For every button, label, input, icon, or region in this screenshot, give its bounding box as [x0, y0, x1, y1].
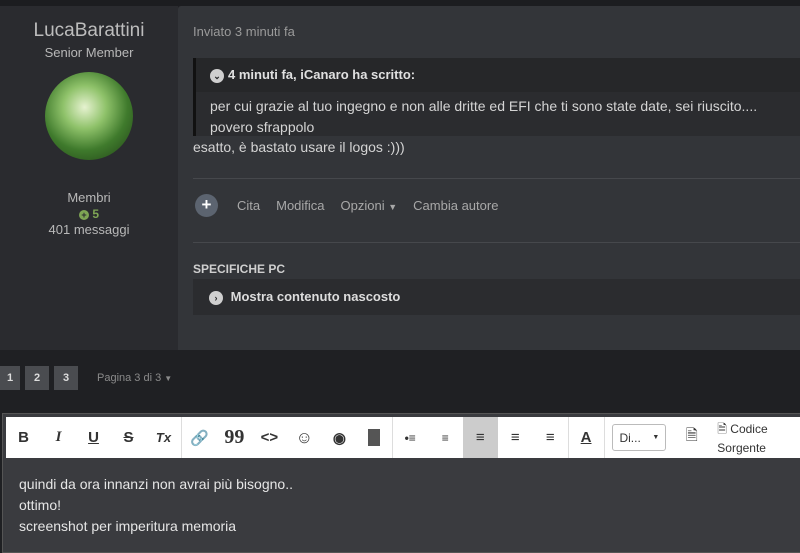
editor-line: screenshot per imperitura memoria	[19, 518, 237, 534]
quote-button[interactable]: Cita	[237, 198, 260, 213]
preview-icon[interactable]: 🗎	[674, 417, 709, 458]
avatar[interactable]	[45, 72, 133, 160]
italic-button[interactable]: I	[41, 417, 76, 458]
align-right-icon[interactable]: ≡	[533, 417, 568, 458]
align-center-icon[interactable]: ≡	[498, 417, 533, 458]
page-jump[interactable]: Pagina 3 di 3 ▼	[97, 372, 172, 384]
divider	[193, 178, 800, 179]
reply-editor: B I U S Tx 🔗 99 <> ☺ ◉ •≡ ≡ ≡ ≡ ≡ A Di..…	[2, 413, 800, 553]
text-color-icon[interactable]: A	[569, 417, 604, 458]
author-panel: LucaBarattini Senior Member Membri + 5 4…	[0, 6, 178, 350]
page-1[interactable]: 1	[0, 366, 20, 390]
quote-user[interactable]: iCanaro	[300, 67, 348, 82]
change-author-button[interactable]: Cambia autore	[413, 198, 498, 213]
reputation: + 5	[0, 207, 178, 221]
author-group: Membri	[67, 190, 111, 205]
link-icon[interactable]: 🔗	[182, 417, 217, 458]
page-3[interactable]: 3	[54, 366, 78, 390]
quote-time: 4 minuti fa,	[228, 67, 301, 82]
separator	[603, 417, 605, 458]
quote-block: ⌄ 4 minuti fa, iCanaro ha scritto: per cu…	[193, 58, 800, 136]
source-button[interactable]: 🗎 Codice Sorgente	[717, 420, 800, 455]
quote-header[interactable]: ⌄ 4 minuti fa, iCanaro ha scritto:	[196, 58, 800, 92]
font-select-value: Di...	[619, 430, 641, 445]
strikethrough-button[interactable]: S	[111, 417, 146, 458]
editor-content[interactable]: quindi da ora innanzi non avrai più biso…	[19, 474, 293, 537]
pagination: 1 2 3 Pagina 3 di 3 ▼	[0, 366, 172, 390]
signature-title: SPECIFICHE PC	[193, 262, 286, 276]
editor-line: quindi da ora innanzi non avrai più biso…	[19, 476, 293, 492]
plus-circle-icon: +	[78, 209, 89, 220]
bullet-list-icon[interactable]: •≡	[393, 417, 428, 458]
quote-line: per cui grazie al tuo ingegno e non alle…	[210, 97, 758, 114]
post-text: esatto, è bastato usare il logos :)))	[193, 139, 405, 155]
caret-down-icon: ▼	[652, 434, 660, 441]
reputation-value: 5	[92, 207, 100, 221]
post: Inviato 3 minuti fa ⌄ 4 minuti fa, iCanar…	[178, 6, 800, 350]
author-title: Senior Member	[44, 45, 134, 60]
caret-down-icon: ▼	[388, 202, 398, 212]
source-icon: 🗎	[717, 422, 727, 436]
editor-toolbar: B I U S Tx 🔗 99 <> ☺ ◉ •≡ ≡ ≡ ≡ ≡ A Di..…	[6, 417, 800, 458]
edit-button[interactable]: Modifica	[276, 198, 324, 213]
hidden-content-label: Mostra contenuto nascosto	[230, 289, 401, 304]
code-icon[interactable]: <>	[252, 417, 287, 458]
post-count: 401 messaggi	[48, 222, 130, 237]
font-select[interactable]: Di... ▼	[612, 424, 667, 451]
bold-button[interactable]: B	[6, 417, 41, 458]
options-label: Opzioni	[340, 198, 385, 213]
page-2[interactable]: 2	[25, 366, 49, 390]
spoiler-icon[interactable]	[357, 417, 392, 458]
align-left-icon[interactable]: ≡	[462, 417, 498, 458]
options-button[interactable]: Opzioni ▼	[341, 198, 398, 213]
eye-icon[interactable]: ◉	[322, 417, 357, 458]
emoji-icon[interactable]: ☺	[287, 417, 322, 458]
quote-line: povero sfrappolo	[210, 118, 315, 135]
author-name[interactable]: LucaBarattini	[0, 20, 178, 42]
divider	[193, 242, 800, 243]
quote-body: per cui grazie al tuo ingegno e non alle…	[196, 92, 800, 142]
page-info: Pagina 3 di 3	[97, 372, 162, 384]
caret-down-icon: ▼	[164, 374, 173, 383]
remove-format-button[interactable]: Tx	[146, 417, 181, 458]
plus-icon[interactable]: +	[195, 194, 218, 217]
post-date[interactable]: Inviato 3 minuti fa	[193, 24, 295, 39]
underline-button[interactable]: U	[76, 417, 111, 458]
post-actions: + Cita Modifica Opzioni ▼ Cambia autore	[195, 194, 498, 217]
chevron-right-icon: ›	[209, 290, 223, 305]
hidden-content-toggle[interactable]: › Mostra contenuto nascosto	[193, 279, 800, 315]
quote-icon[interactable]: 99	[217, 417, 252, 458]
quote-suffix: ha scritto:	[348, 67, 416, 82]
numbered-list-icon[interactable]: ≡	[428, 417, 463, 458]
editor-line: ottimo!	[19, 497, 62, 513]
chevron-down-icon: ⌄	[210, 68, 224, 83]
